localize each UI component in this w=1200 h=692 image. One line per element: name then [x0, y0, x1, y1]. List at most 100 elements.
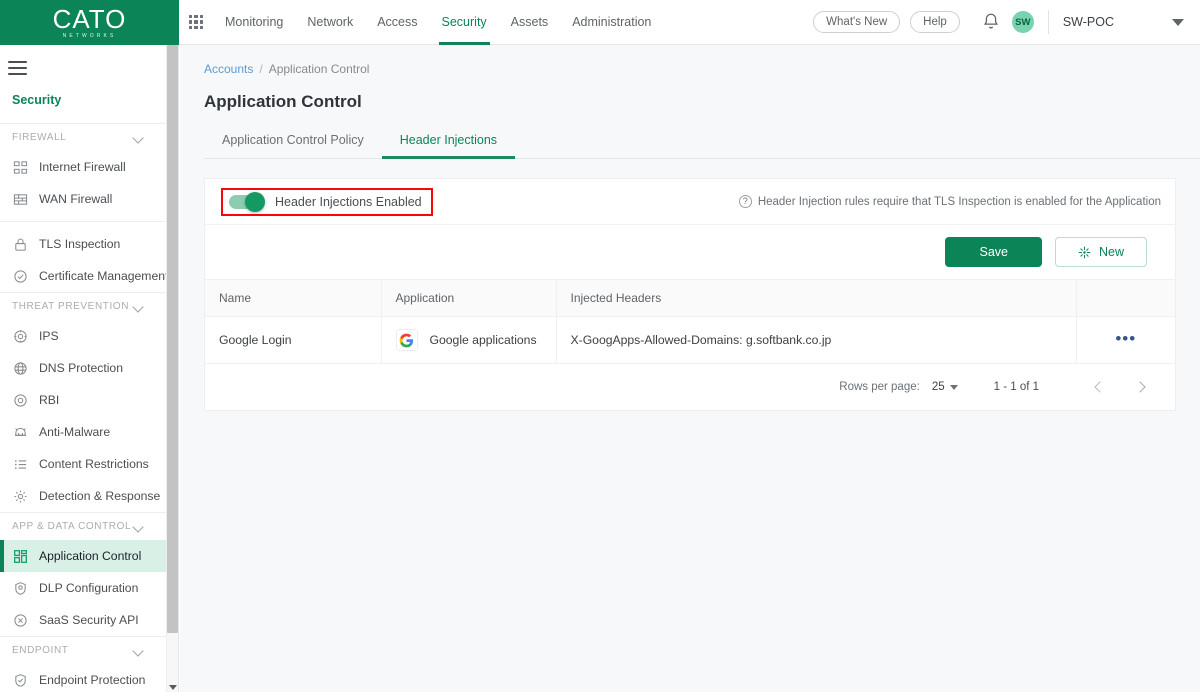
- divider: [0, 221, 178, 222]
- sidebar-group-app-data-control[interactable]: APP & DATA CONTROL: [0, 512, 178, 540]
- page-title: Application Control: [204, 92, 362, 111]
- chevron-down-icon[interactable]: [134, 646, 144, 656]
- previous-page-button[interactable]: [1087, 374, 1113, 400]
- topnav-item-administration[interactable]: Administration: [572, 0, 651, 45]
- cell-name: Google Login: [205, 316, 382, 364]
- sidebar-item-endpoint-protection[interactable]: Endpoint Protection: [0, 664, 178, 692]
- table-row[interactable]: Google Login Google applications X-GoogA…: [205, 316, 1175, 364]
- help-button[interactable]: Help: [910, 11, 960, 33]
- sidebar-item-ips[interactable]: IPS: [0, 320, 178, 352]
- sidebar-item-label: Content Restrictions: [39, 457, 149, 471]
- sidebar-item-wan-firewall[interactable]: WAN Firewall: [0, 183, 178, 215]
- lock-icon: [12, 236, 29, 253]
- column-header-application[interactable]: Application: [381, 279, 557, 317]
- sidebar-group-label: THREAT PREVENTION: [12, 301, 130, 312]
- sidebar-item-application-control[interactable]: Application Control: [0, 540, 178, 572]
- rows-per-page-label: Rows per page:: [839, 381, 920, 393]
- header-injections-toggle[interactable]: [229, 191, 265, 212]
- sidebar-item-detection-response[interactable]: Detection & Response: [0, 480, 178, 512]
- whats-new-button[interactable]: What's New: [813, 11, 901, 33]
- chevron-down-icon[interactable]: [169, 685, 177, 690]
- sidebar-group-firewall[interactable]: FIREWALL: [0, 123, 178, 151]
- topnav-right-group: What's New Help SW SW-POC: [813, 10, 1200, 34]
- brand-name: CATO: [52, 4, 127, 34]
- sidebar-group-label: FIREWALL: [12, 132, 67, 143]
- column-header-injected-headers[interactable]: Injected Headers: [556, 279, 1077, 317]
- next-page-button[interactable]: [1127, 374, 1153, 400]
- sidebar-item-certificate-management[interactable]: Certificate Management: [0, 260, 178, 292]
- tls-requirement-note: ? Header Injection rules require that TL…: [738, 195, 1161, 208]
- list-icon: [12, 456, 29, 473]
- chevron-right-icon: [1134, 381, 1146, 393]
- topnav-item-access[interactable]: Access: [377, 0, 417, 45]
- breadcrumb: Accounts / Application Control: [180, 45, 1200, 76]
- google-logo-icon: [395, 329, 418, 351]
- more-options-icon[interactable]: •••: [1115, 329, 1136, 348]
- breadcrumb-separator: /: [259, 62, 263, 76]
- sidebar-scrollbar[interactable]: [166, 45, 178, 692]
- sidebar-item-saas-security-api[interactable]: SaaS Security API: [0, 604, 178, 636]
- sidebar-item-label: Detection & Response: [39, 489, 161, 503]
- table-action-bar: Save New: [205, 225, 1175, 279]
- cell-application-label: Google applications: [429, 333, 537, 347]
- sidebar-group-label: APP & DATA CONTROL: [12, 521, 132, 532]
- breadcrumb-accounts[interactable]: Accounts: [204, 62, 253, 76]
- sidebar-item-content-restrictions[interactable]: Content Restrictions: [0, 448, 178, 480]
- chevron-down-icon[interactable]: [1172, 18, 1184, 26]
- save-button[interactable]: Save: [945, 237, 1042, 267]
- hamburger-icon[interactable]: [0, 45, 30, 75]
- tab-application-control-policy[interactable]: Application Control Policy: [204, 133, 382, 158]
- topnav-item-monitoring[interactable]: Monitoring: [225, 0, 283, 45]
- sidebar-item-label: Endpoint Protection: [39, 673, 146, 687]
- sidebar-item-label: Anti-Malware: [39, 425, 111, 439]
- chevron-down-icon[interactable]: [949, 384, 958, 390]
- chevron-down-icon[interactable]: [134, 522, 144, 532]
- gear-icon: [12, 488, 29, 505]
- sidebar-group-endpoint[interactable]: ENDPOINT: [0, 636, 178, 664]
- avatar[interactable]: SW: [1011, 11, 1034, 33]
- sidebar-item-label: TLS Inspection: [39, 237, 121, 251]
- brand-logo[interactable]: CATO NETWORKS: [0, 0, 179, 45]
- app-control-icon: [12, 548, 29, 565]
- sidebar-item-tls-inspection[interactable]: TLS Inspection: [0, 228, 178, 260]
- sidebar-item-internet-firewall[interactable]: Internet Firewall: [0, 151, 178, 183]
- chevron-down-icon[interactable]: [134, 302, 144, 312]
- sidebar-item-rbi[interactable]: RBI: [0, 384, 178, 416]
- sidebar-item-label: Certificate Management: [39, 269, 169, 283]
- topnav-item-assets[interactable]: Assets: [511, 0, 549, 45]
- sidebar-item-dlp-configuration[interactable]: DLP Configuration: [0, 572, 178, 604]
- anti-malware-icon: [12, 424, 29, 441]
- sidebar-group-label: ENDPOINT: [12, 645, 69, 656]
- chevron-left-icon: [1094, 381, 1106, 393]
- grid-apps-icon[interactable]: [189, 15, 203, 29]
- pagination: Rows per page: 25 1 - 1 of 1: [205, 364, 1175, 410]
- question-circle-icon[interactable]: ?: [738, 195, 752, 208]
- new-button-label: New: [1098, 245, 1124, 259]
- toggle-knob: [245, 191, 265, 212]
- divider: [1047, 10, 1049, 34]
- sidebar-group-threat-prevention[interactable]: THREAT PREVENTION: [0, 292, 178, 320]
- chevron-down-icon[interactable]: [134, 133, 144, 143]
- shield-dlp-icon: [12, 580, 29, 597]
- sidebar-title: Security: [12, 93, 62, 107]
- cell-actions: •••: [1076, 316, 1175, 364]
- column-header-name[interactable]: Name: [205, 279, 382, 317]
- cell-injected-headers: X-GoogApps-Allowed-Domains: g.softbank.c…: [556, 316, 1077, 364]
- sidebar-item-label: WAN Firewall: [39, 192, 113, 206]
- main-content: Accounts / Application Control Application…: [180, 45, 1200, 692]
- sidebar: Security FIREWALL Internet Firewall WAN …: [0, 45, 179, 692]
- endpoint-shield-icon: [12, 672, 29, 689]
- account-name[interactable]: SW-POC: [1063, 15, 1114, 29]
- topnav-item-security[interactable]: Security: [438, 0, 490, 45]
- rows-per-page-value[interactable]: 25: [932, 381, 945, 393]
- bell-icon[interactable]: [980, 11, 1002, 33]
- sidebar-scrollbar-thumb[interactable]: [167, 45, 178, 633]
- topnav-item-network[interactable]: Network: [307, 0, 353, 45]
- sidebar-item-dns-protection[interactable]: DNS Protection: [0, 352, 178, 384]
- new-button[interactable]: New: [1054, 237, 1147, 267]
- tab-header-injections[interactable]: Header Injections: [381, 133, 516, 159]
- top-bar: CATO NETWORKS Monitoring Network Access …: [0, 0, 1200, 45]
- note-text: Header Injection rules require that TLS …: [757, 195, 1161, 208]
- sidebar-item-label: IPS: [39, 329, 59, 343]
- sidebar-item-anti-malware[interactable]: Anti-Malware: [0, 416, 178, 448]
